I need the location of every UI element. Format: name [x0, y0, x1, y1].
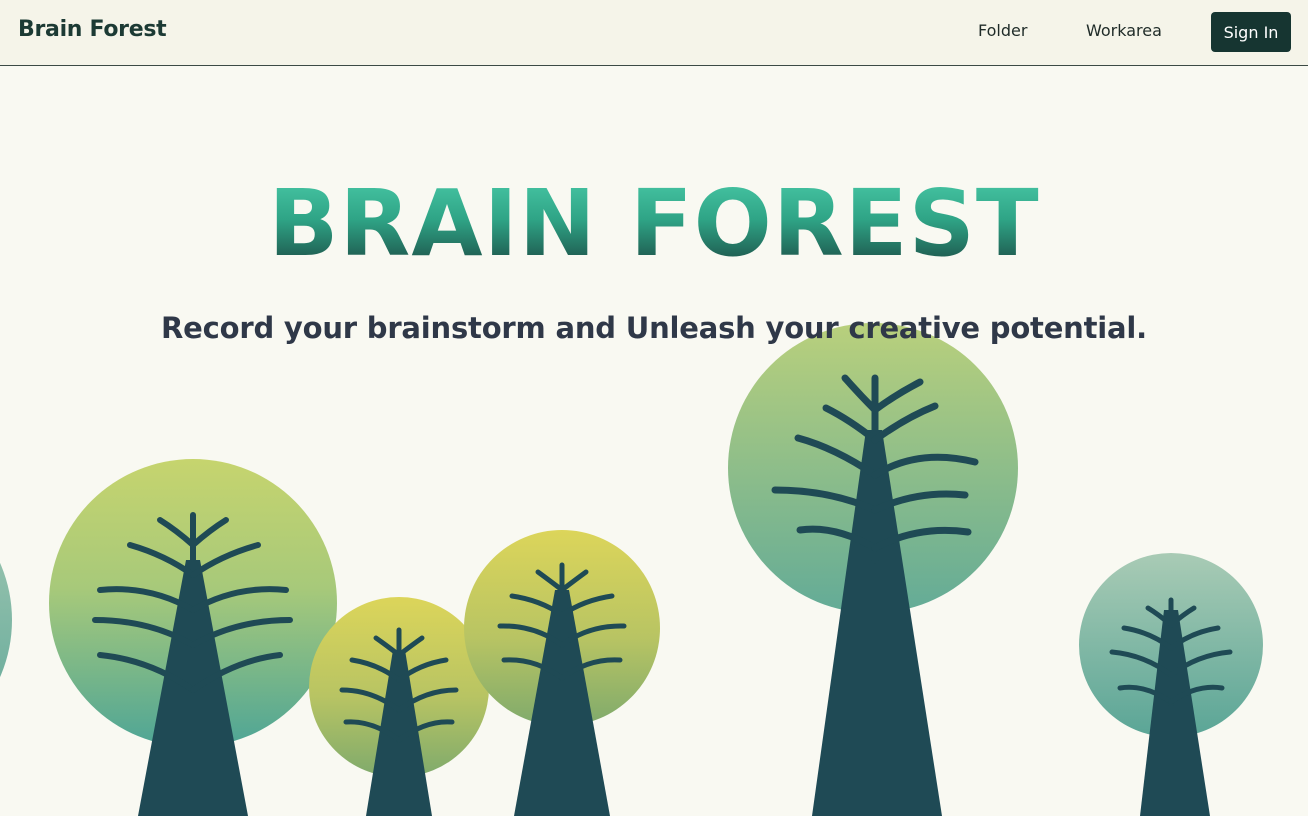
tree-2 [309, 597, 489, 816]
brand-logo[interactable]: Brain Forest [18, 17, 167, 42]
sign-in-button[interactable]: Sign In [1211, 12, 1291, 52]
top-navbar: Brain Forest Folder Workarea Sign In [0, 0, 1308, 66]
nav-folder-link[interactable]: Folder [978, 21, 1027, 40]
forest-illustration [0, 323, 1263, 816]
tree-canopy-edge [0, 562, 12, 678]
tree-4 [728, 323, 1018, 816]
tree-3 [464, 530, 660, 816]
nav-workarea-link[interactable]: Workarea [1086, 21, 1162, 40]
tree-5 [1079, 553, 1263, 816]
landing-page: Brain Forest Folder Workarea Sign In BRA… [0, 0, 1308, 816]
tree-1 [49, 459, 337, 816]
hero-subtitle: Record your brainstorm and Unleash your … [161, 311, 1147, 345]
hero-title: BRAIN FOREST [0, 178, 1308, 270]
